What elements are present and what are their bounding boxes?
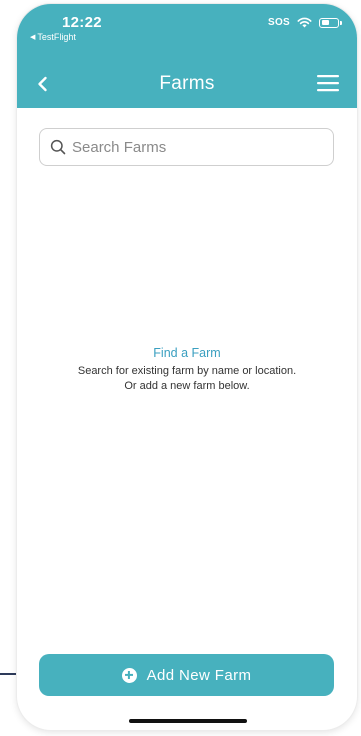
nav-bar: Farms — [17, 60, 357, 108]
back-triangle-icon: ◀ — [30, 34, 36, 41]
status-bar: 12:22 ◀ TestFlight SOS — [17, 4, 357, 60]
search-icon — [50, 139, 66, 155]
page-title: Farms — [159, 73, 215, 94]
add-new-farm-button[interactable]: Add New Farm — [39, 654, 334, 696]
phone-screen: 12:22 ◀ TestFlight SOS Farms Search Farm… — [17, 4, 357, 730]
battery-icon — [319, 17, 342, 28]
plus-circle-icon — [121, 667, 137, 683]
search-field[interactable] — [39, 128, 334, 166]
empty-state: Find a Farm Search for existing farm by … — [17, 346, 357, 394]
home-indicator[interactable] — [129, 719, 247, 723]
hamburger-menu-icon[interactable] — [317, 74, 339, 92]
status-time: 12:22 — [62, 14, 102, 31]
empty-state-line-1: Search for existing farm by name or loca… — [77, 365, 297, 377]
empty-state-line-2: Or add a new farm below. — [124, 380, 250, 392]
status-indicators: SOS — [267, 17, 342, 28]
search-input[interactable] — [72, 138, 312, 156]
wifi-icon — [297, 17, 312, 28]
empty-state-title: Find a Farm — [153, 346, 221, 360]
add-new-farm-label: Add New Farm — [146, 666, 252, 684]
sos-indicator: SOS — [267, 17, 290, 28]
back-app-label: TestFlight — [37, 32, 76, 42]
back-to-app-link[interactable]: ◀ TestFlight — [30, 32, 76, 42]
